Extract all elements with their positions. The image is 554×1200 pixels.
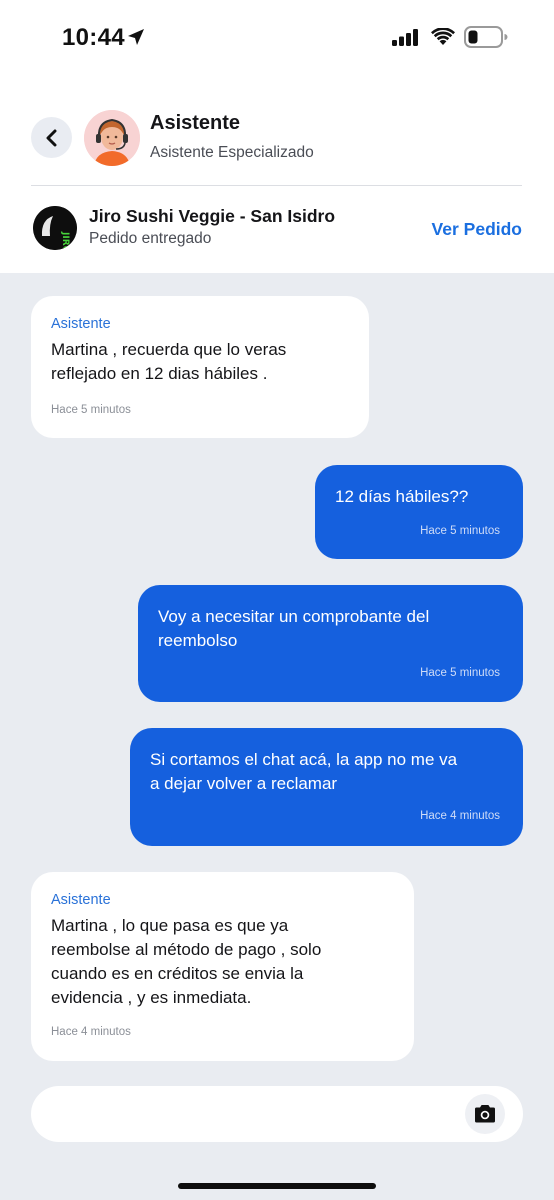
camera-button[interactable] — [465, 1094, 505, 1134]
location-arrow-icon — [128, 29, 144, 45]
message-incoming: Asistente Martina , lo que pasa es que y… — [31, 872, 414, 1061]
message-text: Voy a necesitar un comprobante del reemb… — [158, 607, 430, 650]
message-time: Hace 5 minutos — [420, 525, 500, 537]
message-outgoing: 12 días hábiles?? Hace 5 minutos — [315, 465, 523, 559]
message-time: Hace 4 minutos — [51, 1026, 131, 1038]
cellular-signal-icon — [392, 29, 418, 46]
message-outgoing: Si cortamos el chat acá, la app no me va… — [130, 728, 523, 846]
message-text: Martina , lo que pasa es que ya reembols… — [51, 916, 322, 1007]
message-time: Hace 5 minutos — [51, 404, 131, 416]
message-sender: Asistente — [51, 316, 111, 332]
store-logo: JIRO — [33, 206, 77, 250]
chat-title: Asistente — [150, 112, 241, 134]
view-order-link[interactable]: Ver Pedido — [432, 219, 522, 240]
message-text: Si cortamos el chat acá, la app no me va… — [150, 750, 458, 793]
message-text: Martina , recuerda que lo veras reflejad… — [51, 340, 287, 383]
chevron-left-icon — [46, 129, 56, 146]
store-name: Jiro Sushi Veggie - San Isidro — [89, 206, 336, 226]
order-status: Pedido entregado — [89, 230, 212, 247]
header-divider — [31, 185, 522, 186]
status-time: 10:44 — [62, 24, 125, 51]
chat-subtitle: Asistente Especializado — [150, 144, 314, 161]
home-indicator — [178, 1183, 376, 1189]
wifi-icon — [431, 28, 455, 45]
camera-icon — [475, 1105, 495, 1123]
support-agent-icon — [84, 110, 140, 166]
battery-low-icon — [464, 26, 508, 48]
store-logo-graphic: JIRO — [33, 206, 77, 250]
back-button[interactable] — [31, 117, 72, 158]
message-incoming: Asistente Martina , recuerda que lo vera… — [31, 296, 369, 438]
message-time: Hace 4 minutos — [420, 810, 500, 822]
message-sender: Asistente — [51, 892, 111, 908]
message-outgoing: Voy a necesitar un comprobante del reemb… — [138, 585, 523, 702]
assistant-avatar — [84, 110, 140, 166]
message-time: Hace 5 minutos — [420, 667, 500, 679]
message-text: 12 días hábiles?? — [335, 487, 469, 506]
message-input[interactable] — [31, 1086, 523, 1142]
